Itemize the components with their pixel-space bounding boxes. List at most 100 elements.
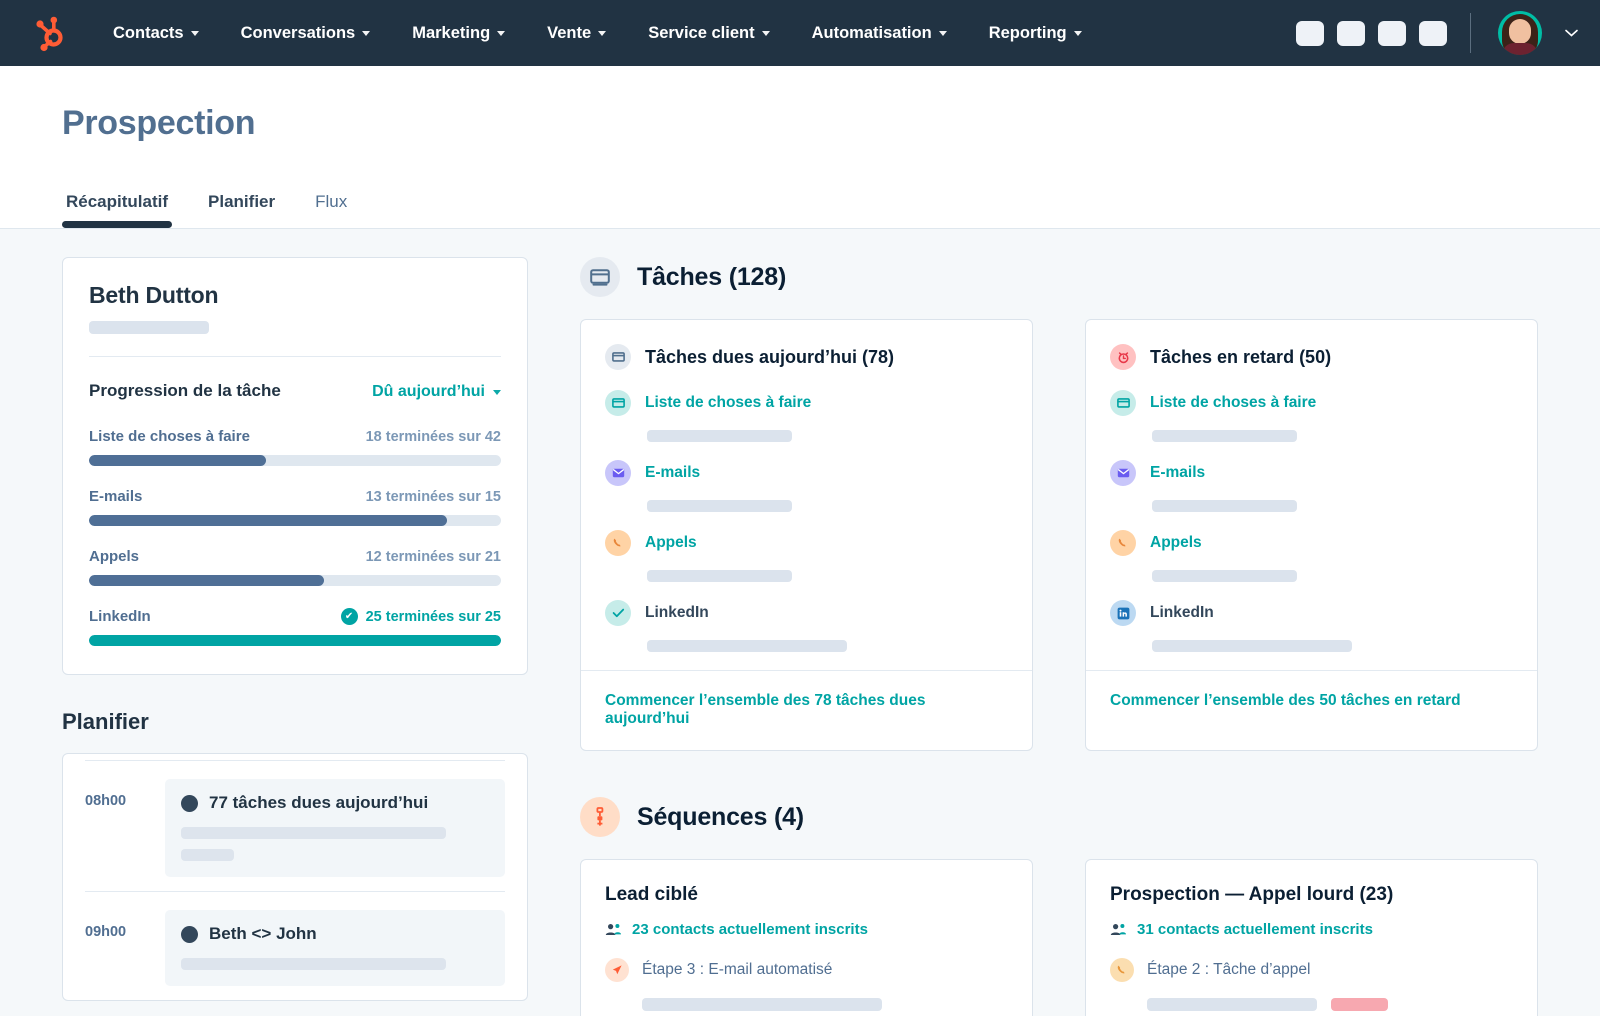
nav-item-label: Service client	[648, 24, 754, 43]
schedule-row[interactable]: 08h00 77 tâches dues aujourd’hui	[85, 760, 505, 891]
task-item: Liste de choses à faire	[1110, 390, 1513, 442]
start-all-due-today-link[interactable]: Commencer l’ensemble des 78 tâches dues …	[605, 692, 925, 727]
progress-track	[89, 515, 501, 526]
tasks-due-today-card: Tâches dues aujourd’hui (78) Liste de ch…	[580, 319, 1033, 751]
chevron-down-icon	[497, 31, 505, 36]
task-item: LinkedIn	[605, 600, 1008, 652]
page-title: Prospection	[62, 104, 1538, 143]
nav-utility-icon-4[interactable]	[1419, 21, 1447, 46]
nav-item-label: Contacts	[113, 24, 184, 43]
task-item-label[interactable]: LinkedIn	[1150, 604, 1214, 622]
schedule-event-placeholders	[181, 958, 489, 970]
sequence-enrolled-label: 31 contacts actuellement inscrits	[1137, 921, 1373, 938]
card-title: Tâches dues aujourd’hui (78)	[645, 347, 894, 368]
schedule-event[interactable]: 77 tâches dues aujourd’hui	[165, 779, 505, 877]
linkedin-icon	[1110, 600, 1136, 626]
contacts-icon	[1110, 923, 1127, 936]
divider	[89, 356, 501, 357]
progress-row-emails: E-mails 13 terminées sur 15	[89, 488, 501, 526]
nav-utility-icon-3[interactable]	[1378, 21, 1406, 46]
progress-fill	[89, 455, 266, 466]
tasks-section-title: Tâches (128)	[637, 263, 786, 292]
sequence-placeholders	[1147, 998, 1513, 1011]
chevron-down-icon	[598, 31, 606, 36]
schedule-event-label: Beth <> John	[209, 924, 317, 944]
task-item-label[interactable]: Liste de choses à faire	[645, 394, 811, 412]
alarm-clock-icon	[1110, 344, 1136, 370]
task-item: Appels	[1110, 530, 1513, 582]
progress-count-text: 25 terminées sur 25	[366, 609, 501, 625]
progress-count: 13 terminées sur 15	[366, 489, 501, 505]
progress-count: ✔ 25 terminées sur 25	[341, 608, 501, 625]
page-content: Beth Dutton Progression de la tâche Dû a…	[0, 229, 1600, 1016]
nav-item-automatisation[interactable]: Automatisation	[791, 14, 968, 53]
placeholder-bar	[1147, 998, 1317, 1011]
check-circle-icon: ✔	[341, 608, 358, 625]
sequences-section-header: Séquences (4)	[580, 797, 1538, 837]
progress-label: Appels	[89, 548, 139, 565]
nav-item-marketing[interactable]: Marketing	[391, 14, 526, 53]
card-footer: Commencer l’ensemble des 78 tâches dues …	[581, 670, 1032, 750]
start-all-overdue-link[interactable]: Commencer l’ensemble des 50 tâches en re…	[1110, 692, 1461, 709]
sequence-step: Étape 3 : E-mail automatisé	[605, 958, 1008, 982]
sequence-enrolled-link[interactable]: 23 contacts actuellement inscrits	[605, 921, 1008, 938]
nav-utility-icon-2[interactable]	[1337, 21, 1365, 46]
nav-utility-area	[1296, 11, 1578, 55]
schedule-row[interactable]: 09h00 Beth <> John	[85, 891, 505, 1000]
task-item-label[interactable]: LinkedIn	[645, 604, 709, 622]
progress-count: 12 terminées sur 21	[366, 549, 501, 565]
task-item: E-mails	[605, 460, 1008, 512]
left-column: Beth Dutton Progression de la tâche Dû a…	[62, 257, 528, 1016]
progress-filter-dropdown[interactable]: Dû aujourd’hui	[372, 383, 501, 401]
envelope-icon	[605, 460, 631, 486]
placeholder-bar-alert	[1331, 998, 1388, 1011]
hubspot-sprocket-logo[interactable]	[30, 13, 70, 53]
task-item-label[interactable]: Liste de choses à faire	[1150, 394, 1316, 412]
placeholder-bar	[181, 958, 446, 970]
phone-icon	[605, 530, 631, 556]
task-item-label[interactable]: E-mails	[1150, 464, 1205, 482]
progress-row-linkedin: LinkedIn ✔ 25 terminées sur 25	[89, 608, 501, 646]
nav-item-label: Reporting	[989, 24, 1067, 43]
progress-title: Progression de la tâche	[89, 381, 281, 401]
placeholder-bar	[181, 827, 446, 839]
task-item-label[interactable]: Appels	[645, 534, 697, 552]
schedule-time: 09h00	[85, 910, 147, 986]
schedule-time: 08h00	[85, 779, 147, 877]
nav-item-conversations[interactable]: Conversations	[220, 14, 392, 53]
placeholder-bar	[647, 430, 792, 442]
avatar[interactable]	[1498, 11, 1542, 55]
paper-plane-icon	[605, 958, 629, 982]
placeholder-bar	[1152, 570, 1297, 582]
sequence-card-prospection-appel-lourd: Prospection — Appel lourd (23) 31 contac…	[1085, 859, 1538, 1016]
progress-label: Liste de choses à faire	[89, 428, 250, 445]
tab-label: Flux	[315, 192, 347, 211]
schedule-event[interactable]: Beth <> John	[165, 910, 505, 986]
chevron-down-icon[interactable]	[1565, 29, 1578, 37]
nav-item-reporting[interactable]: Reporting	[968, 14, 1103, 53]
sequence-title: Prospection — Appel lourd (23)	[1110, 884, 1513, 906]
nav-item-contacts[interactable]: Contacts	[92, 14, 220, 53]
placeholder-bar	[647, 500, 792, 512]
sequence-enrolled-link[interactable]: 31 contacts actuellement inscrits	[1110, 921, 1513, 938]
tab-flux[interactable]: Flux	[311, 188, 351, 228]
card-footer: Commencer l’ensemble des 50 tâches en re…	[1086, 670, 1537, 732]
sequences-section-title: Séquences (4)	[637, 803, 804, 832]
task-item: E-mails	[1110, 460, 1513, 512]
right-column: Tâches (128) Tâches dues aujourd’hui (78…	[580, 257, 1538, 1016]
nav-item-vente[interactable]: Vente	[526, 14, 627, 53]
tab-recapitulatif[interactable]: Récapitulatif	[62, 188, 172, 228]
sequence-card-lead-cible: Lead ciblé 23 contacts actuellement insc…	[580, 859, 1033, 1016]
task-item-label[interactable]: E-mails	[645, 464, 700, 482]
placeholder-bar	[1152, 640, 1352, 652]
task-item: Liste de choses à faire	[605, 390, 1008, 442]
tab-label: Récapitulatif	[66, 192, 168, 211]
nav-utility-icon-1[interactable]	[1296, 21, 1324, 46]
progress-label: E-mails	[89, 488, 142, 505]
sequences-card-grid: Lead ciblé 23 contacts actuellement insc…	[580, 859, 1538, 1016]
task-item-label[interactable]: Appels	[1150, 534, 1202, 552]
schedule-event-title: 77 tâches dues aujourd’hui	[181, 793, 489, 813]
progress-filter-label: Dû aujourd’hui	[372, 383, 485, 401]
nav-item-service-client[interactable]: Service client	[627, 14, 790, 53]
tab-planifier[interactable]: Planifier	[204, 188, 279, 228]
